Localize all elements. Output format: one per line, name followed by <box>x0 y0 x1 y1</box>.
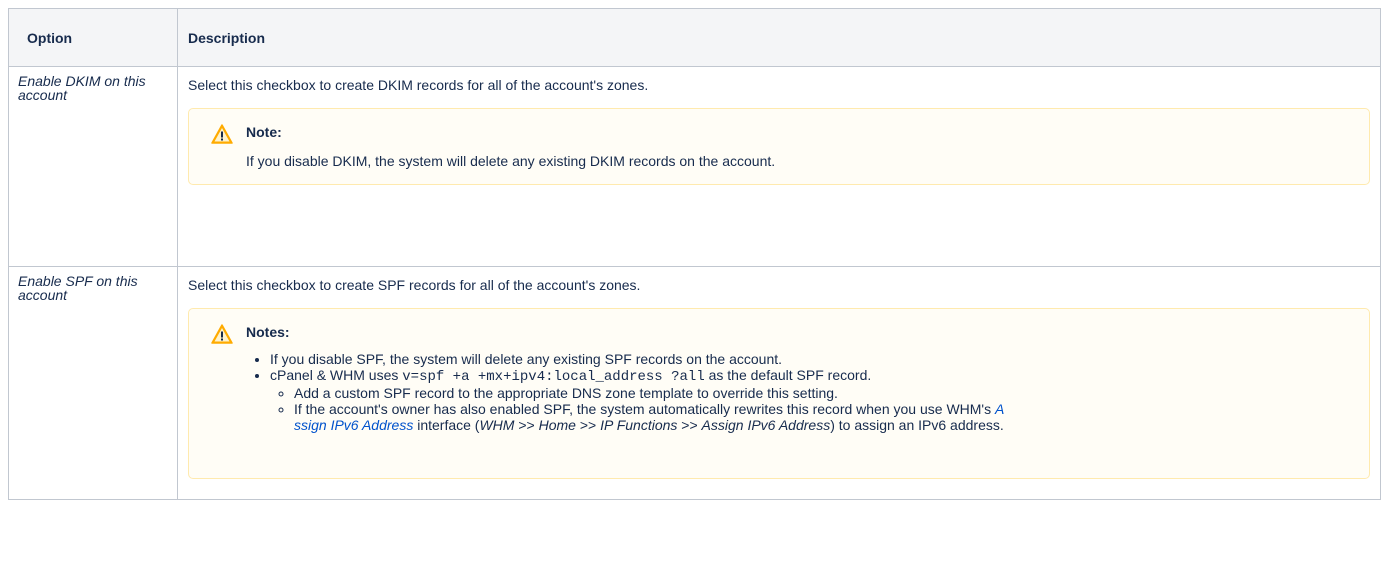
note-title: Note: <box>246 124 282 140</box>
bullet-text: If the account's owner has also enabled … <box>294 401 995 417</box>
description-text: Select this checkbox to create SPF recor… <box>188 277 641 293</box>
options-table-container: Option Description Enable DKIM on this a… <box>8 8 1381 500</box>
spf-record-code: v=spf +a +mx+ipv4:local_address ?all <box>402 369 705 385</box>
notes-panel: Notes: If you disable SPF, the system wi… <box>188 308 1370 479</box>
path-item: WHM <box>479 417 515 433</box>
options-table: Option Description Enable DKIM on this a… <box>8 8 1381 500</box>
note-text: If you disable DKIM, the system will del… <box>246 153 776 169</box>
link-text[interactable]: A <box>995 401 1004 417</box>
notes-title: Notes: <box>246 324 290 340</box>
path-sep: >> <box>575 417 601 433</box>
note-panel: Note: If you disable DKIM, the system wi… <box>188 108 1370 185</box>
list-item: cPanel & WHM uses v=spf +a +mx+ipv4:loca… <box>270 367 1359 433</box>
path-item: Assign IPv6 Address <box>701 417 831 433</box>
header-description: Description <box>177 8 1381 67</box>
option-cell: Enable SPF on this account <box>8 266 178 500</box>
list-item: If you disable SPF, the system will dele… <box>270 351 1359 367</box>
table-row-spf: Enable SPF on this account Select this c… <box>8 266 1381 500</box>
option-cell: Enable DKIM on this account <box>8 66 178 267</box>
table-header-row: Option Description <box>8 8 1381 67</box>
path-item: Home <box>538 417 576 433</box>
bullet-text: interface ( <box>413 417 480 433</box>
warning-icon <box>211 123 233 145</box>
list-item: Add a custom SPF record to the appropria… <box>294 385 1359 401</box>
list-item: If the account's owner has also enabled … <box>294 401 1359 433</box>
bullet-text: ) to assign an IPv6 address. <box>830 417 1004 433</box>
path-sep: >> <box>514 417 539 433</box>
description-cell: Select this checkbox to create DKIM reco… <box>177 66 1381 267</box>
description-text: Select this checkbox to create DKIM reco… <box>188 77 649 93</box>
bullet-text: as the default SPF record. <box>704 367 872 383</box>
table-row-dkim: Enable DKIM on this account Select this … <box>8 66 1381 267</box>
path-sep: >> <box>677 417 702 433</box>
notes-list: If you disable SPF, the system will dele… <box>246 351 1359 433</box>
bullet-text: cPanel & WHM uses <box>270 367 403 383</box>
path-item: IP Functions <box>600 417 678 433</box>
header-option: Option <box>8 8 178 67</box>
description-cell: Select this checkbox to create SPF recor… <box>177 266 1381 500</box>
notes-sublist: Add a custom SPF record to the appropria… <box>270 385 1359 433</box>
warning-icon <box>211 323 233 345</box>
link-text[interactable]: ssign IPv6 Address <box>294 417 413 433</box>
